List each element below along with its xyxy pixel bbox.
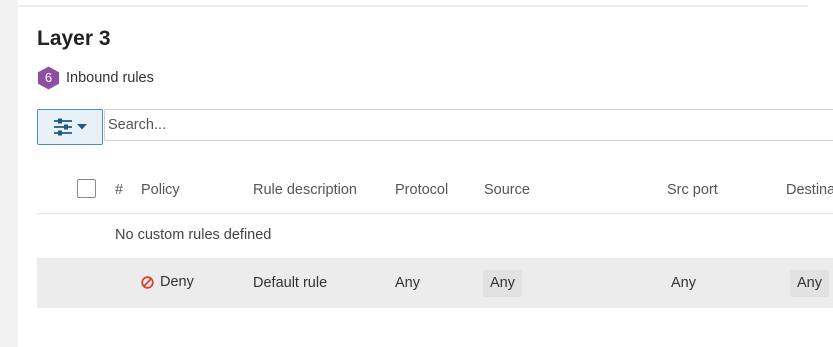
- empty-state-message: No custom rules defined: [115, 227, 272, 243]
- search-input[interactable]: [104, 109, 833, 141]
- rule-count-row: 6 Inbound rules: [37, 66, 154, 90]
- column-policy[interactable]: Policy: [141, 182, 180, 198]
- select-all-checkbox[interactable]: [77, 179, 96, 198]
- sliders-icon: [54, 118, 87, 136]
- policy-value: Deny: [160, 274, 194, 290]
- src-port-cell: Any: [671, 275, 696, 291]
- column-source[interactable]: Source: [484, 182, 530, 198]
- column-description[interactable]: Rule description: [253, 182, 357, 198]
- protocol-cell: Any: [395, 275, 420, 291]
- column-number[interactable]: #: [115, 182, 123, 198]
- rule-count-badge: 6: [37, 66, 60, 90]
- empty-state-row: No custom rules defined: [37, 214, 833, 258]
- column-destination[interactable]: Destination: [786, 182, 833, 198]
- filter-bar: [37, 109, 833, 145]
- column-src-port[interactable]: Src port: [667, 182, 718, 198]
- rules-table: # Policy Rule description Protocol Sourc…: [37, 168, 833, 308]
- destination-chip: Any: [790, 270, 829, 297]
- layer3-panel: Layer 3 6 Inbound rules Search... # Poli…: [18, 0, 833, 347]
- column-protocol[interactable]: Protocol: [395, 182, 448, 198]
- divider: [18, 5, 808, 7]
- table-header: # Policy Rule description Protocol Sourc…: [37, 168, 833, 214]
- rule-count-value: 6: [44, 70, 53, 85]
- description-cell: Default rule: [253, 275, 328, 291]
- deny-icon: [141, 275, 154, 289]
- rule-count-label: Inbound rules: [66, 70, 154, 86]
- caret-down-icon: [77, 124, 87, 130]
- table-row[interactable]: Deny Default rule Any Any Any Any: [37, 258, 833, 308]
- source-chip: Any: [483, 270, 522, 297]
- policy-cell: Deny: [141, 274, 194, 290]
- filter-options-button[interactable]: [37, 109, 103, 145]
- section-title: Layer 3: [37, 27, 111, 50]
